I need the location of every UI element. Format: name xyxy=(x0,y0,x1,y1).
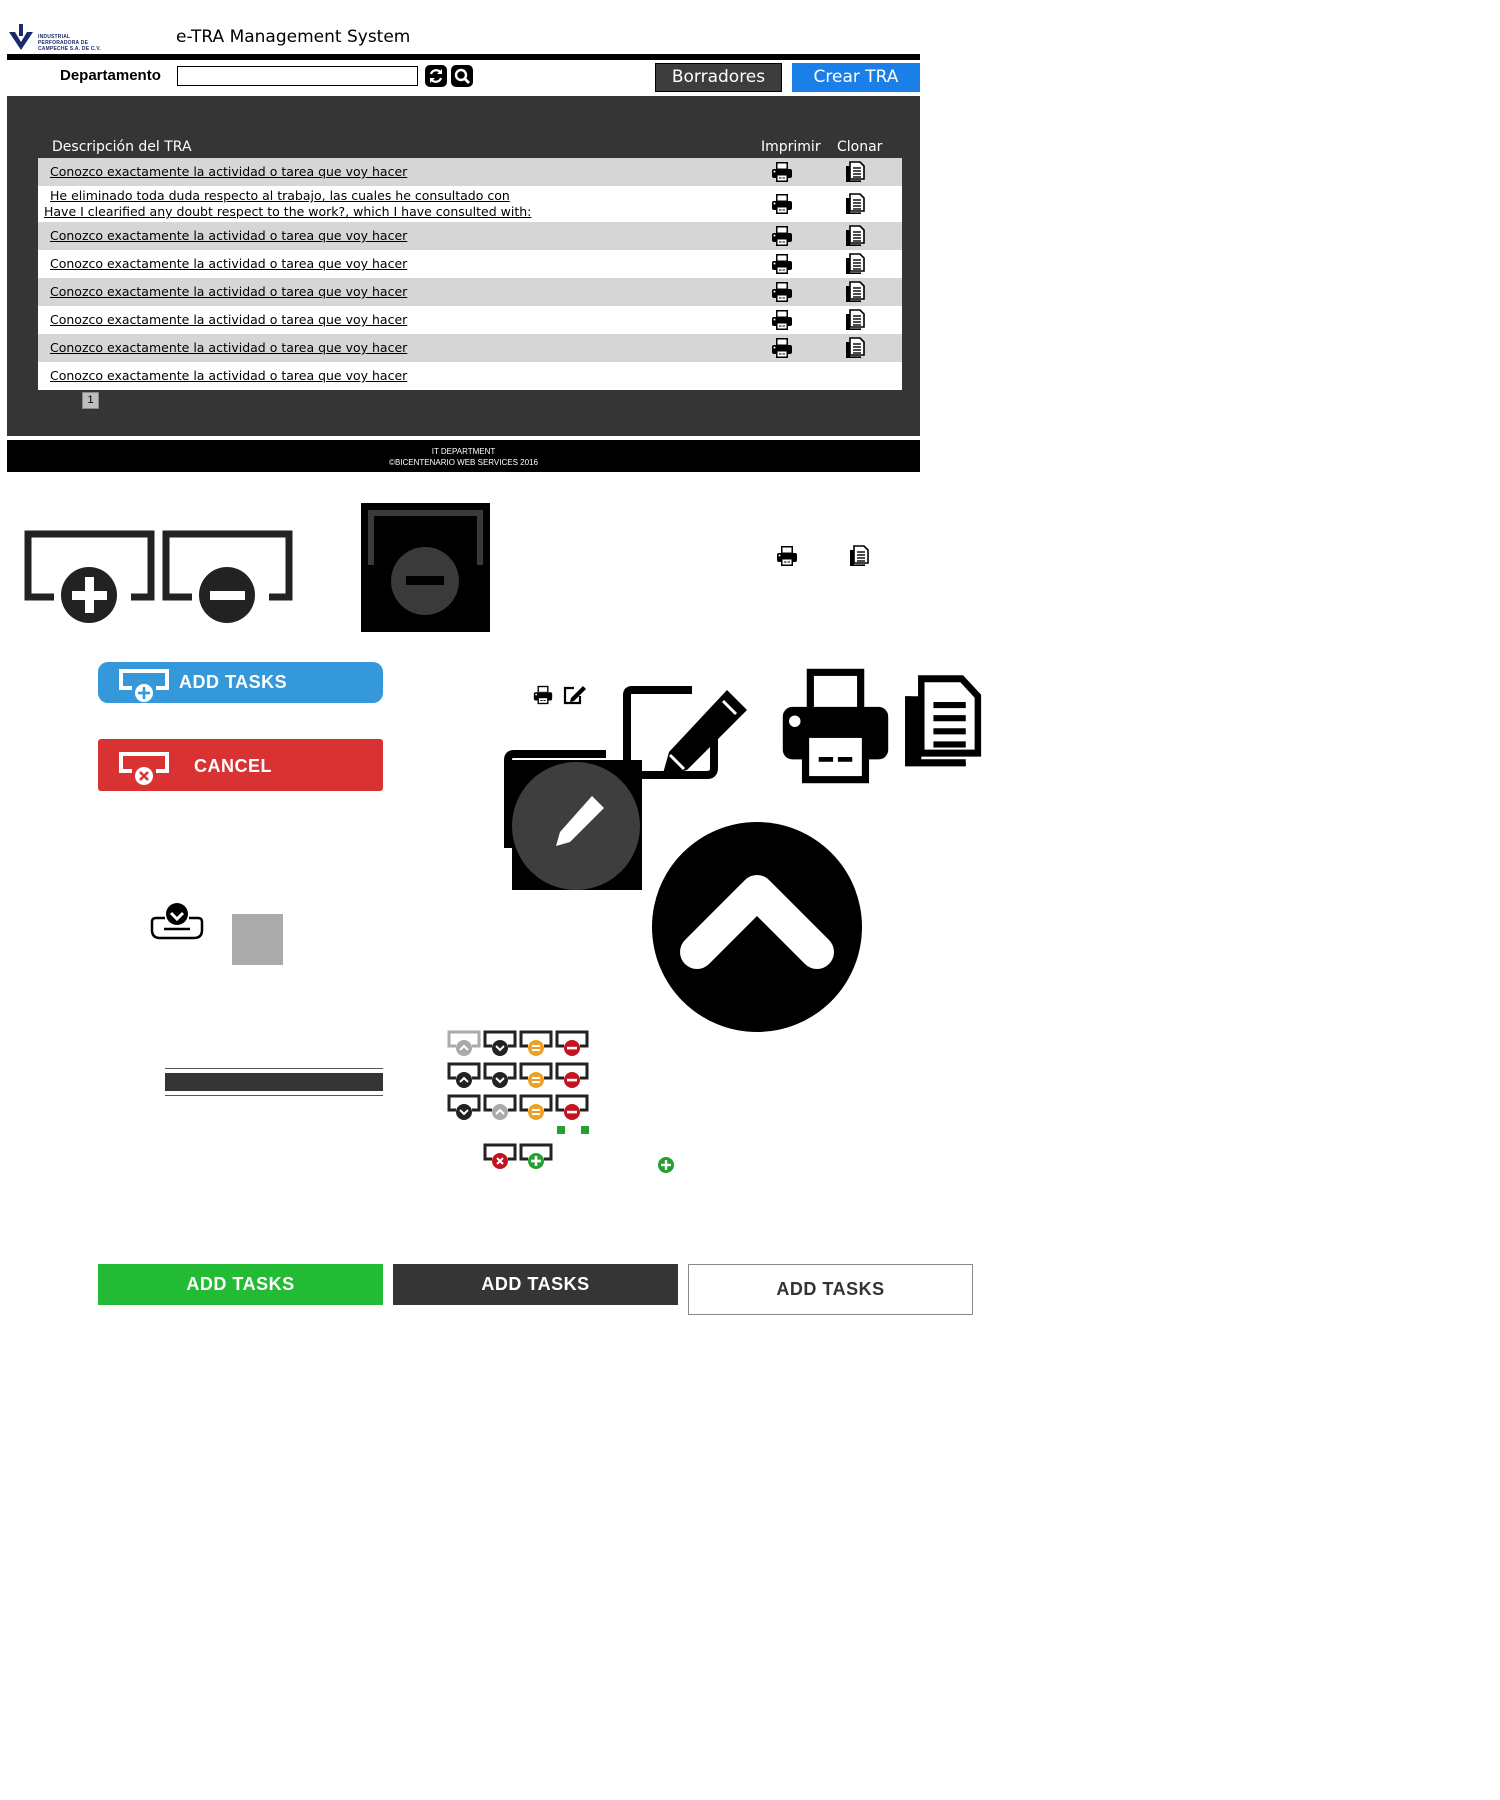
separator-bar xyxy=(165,1068,383,1096)
tray-swap-icon xyxy=(519,1062,553,1088)
tray-remove-icon xyxy=(555,1094,589,1120)
logo-icon xyxy=(9,24,33,50)
table-row: Conozco exactamente la actividad o tarea… xyxy=(38,222,902,250)
add-tasks-label: ADD TASKS xyxy=(179,672,288,692)
page-number-button[interactable]: 1 xyxy=(82,392,99,409)
edit-icon xyxy=(563,686,586,705)
printer-icon[interactable] xyxy=(770,192,794,216)
printer-icon xyxy=(775,544,799,568)
gray-swatch xyxy=(232,914,283,965)
copy-icon xyxy=(893,670,990,775)
department-label: Departamento xyxy=(60,67,161,84)
printer-icon[interactable] xyxy=(770,224,794,248)
separator-fill xyxy=(165,1073,383,1091)
printer-icon[interactable] xyxy=(770,308,794,332)
row-description-link[interactable]: Conozco exactamente la actividad o tarea… xyxy=(38,368,902,384)
table-row: Conozco exactamente la actividad o tarea… xyxy=(38,250,902,278)
table-row: He eliminado toda duda respecto al traba… xyxy=(38,186,902,222)
tray-swap-icon xyxy=(519,1094,553,1120)
company-logo xyxy=(7,22,35,57)
footer-department: IT DEPARTMENT xyxy=(431,447,496,456)
cancel-label: CANCEL xyxy=(194,756,272,776)
printer-icon[interactable] xyxy=(770,336,794,360)
add-circle-icon xyxy=(658,1157,674,1173)
logo-text: INDUSTRIAL PERFORADORA DE CAMPECHE S.A. … xyxy=(38,34,101,52)
tray-remove-icon xyxy=(555,1062,589,1088)
green-marker xyxy=(557,1126,565,1134)
app-title: e-TRA Management System xyxy=(176,27,411,47)
tray-add-icon xyxy=(519,1143,553,1169)
copy-icon[interactable] xyxy=(843,336,867,360)
tray-add-icon xyxy=(24,530,155,623)
table-row: Conozco exactamente la actividad o tarea… xyxy=(38,334,902,362)
printer-icon[interactable] xyxy=(770,252,794,276)
printer-icon xyxy=(532,684,554,706)
department-input[interactable] xyxy=(177,66,418,86)
table-row: Conozco exactamente la actividad o tarea… xyxy=(38,306,902,334)
tray-down-icon xyxy=(447,1094,481,1120)
tray-up-icon xyxy=(483,1094,517,1120)
drafts-button[interactable]: Borradores xyxy=(655,63,782,92)
row-description-en: Have I clearified any doubt respect to t… xyxy=(44,204,532,219)
tray-icon-grid xyxy=(447,1030,597,1175)
printer-icon[interactable] xyxy=(770,280,794,304)
copy-icon[interactable] xyxy=(843,160,867,184)
tray-cancel-icon xyxy=(119,752,169,785)
tray-remove-icon xyxy=(162,530,293,623)
copy-icon[interactable] xyxy=(843,280,867,304)
tray-up-icon xyxy=(447,1030,481,1056)
tra-table: Conozco exactamente la actividad o tarea… xyxy=(38,158,902,390)
tray-check-icon xyxy=(150,903,204,940)
footer: IT DEPARTMENT ©BICENTENARIO WEB SERVICES… xyxy=(7,440,920,472)
tray-remove-icon xyxy=(555,1030,589,1056)
table-row: Conozco exactamente la actividad o tarea… xyxy=(38,278,902,306)
col-description-header: Descripción del TRA xyxy=(52,139,192,155)
table-row: Conozco exactamente la actividad o tarea… xyxy=(38,158,902,186)
header-divider xyxy=(7,54,920,60)
search-button[interactable] xyxy=(451,65,473,87)
refresh-button[interactable] xyxy=(425,65,447,87)
tray-remove-dark-icon xyxy=(361,503,490,632)
scroll-top-icon[interactable] xyxy=(652,822,862,1032)
col-clone-header: Clonar xyxy=(837,139,883,155)
copy-icon[interactable] xyxy=(843,224,867,248)
footer-copyright: ©BICENTENARIO WEB SERVICES 2016 xyxy=(389,458,538,467)
copy-icon[interactable] xyxy=(843,308,867,332)
col-print-header: Imprimir xyxy=(761,139,821,155)
add-tasks-button[interactable]: ADD TASKS xyxy=(98,662,383,703)
tray-down-icon xyxy=(483,1030,517,1056)
tray-down-icon xyxy=(483,1062,517,1088)
add-tasks-dark-button[interactable]: ADD TASKS xyxy=(393,1264,678,1305)
tray-swap-icon xyxy=(519,1030,553,1056)
tray-cancel-icon xyxy=(483,1143,517,1169)
green-marker xyxy=(581,1126,589,1134)
printer-icon xyxy=(782,668,889,784)
printer-icon[interactable] xyxy=(770,160,794,184)
add-tasks-green-button[interactable]: ADD TASKS xyxy=(98,1264,383,1305)
tray-add-icon xyxy=(119,669,169,702)
add-tasks-outline-button[interactable]: ADD TASKS xyxy=(688,1264,973,1315)
cancel-button[interactable]: CANCEL xyxy=(98,739,383,791)
refresh-icon xyxy=(429,69,443,83)
copy-icon[interactable] xyxy=(843,252,867,276)
table-row: Conozco exactamente la actividad o tarea… xyxy=(38,362,902,390)
copy-icon xyxy=(847,544,871,568)
search-icon xyxy=(454,68,470,84)
row-description-es: He eliminado toda duda respecto al traba… xyxy=(50,188,510,203)
create-tra-button[interactable]: Crear TRA xyxy=(792,63,920,92)
copy-icon[interactable] xyxy=(843,192,867,216)
tray-up-icon xyxy=(447,1062,481,1088)
edit-dark-icon xyxy=(504,750,642,890)
